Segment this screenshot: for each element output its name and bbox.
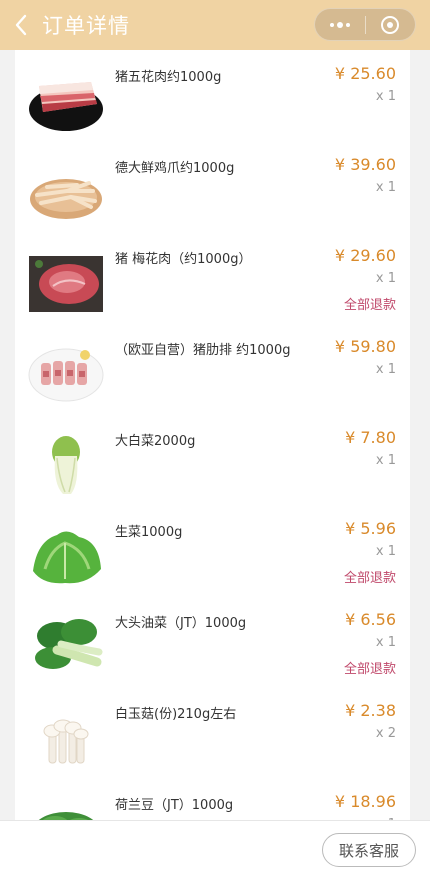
list-item[interactable]: 大白菜2000g ¥ 7.80 x 1 <box>15 420 410 511</box>
list-item[interactable]: 荷兰豆（JT）1000g ¥ 18.96 x 1 <box>15 784 410 820</box>
white-mushroom-icon <box>27 701 105 771</box>
list-item[interactable]: 猪 梅花肉（约1000g） ¥ 29.60 x 1 全部退款 <box>15 238 410 329</box>
close-mini-program-button[interactable] <box>366 9 416 40</box>
pork-ribs-icon <box>27 337 105 407</box>
page-title: 订单详情 <box>42 14 130 38</box>
pork-belly-icon <box>27 64 105 134</box>
product-quantity: x 1 <box>375 453 396 468</box>
product-price: ¥ 7.80 <box>345 428 396 447</box>
product-quantity: x 1 <box>375 89 396 104</box>
refund-status: 全部退款 <box>343 298 396 313</box>
more-button[interactable] <box>315 9 365 40</box>
product-name: 生菜1000g <box>115 525 183 540</box>
napa-cabbage-icon <box>27 428 105 498</box>
product-quantity: x 2 <box>375 726 396 741</box>
product-quantity: x 1 <box>375 635 396 650</box>
refund-status: 全部退款 <box>343 571 396 586</box>
chevron-left-icon <box>15 14 27 36</box>
target-icon <box>381 15 400 34</box>
product-name: 白玉菇(份)210g左右 <box>115 707 237 722</box>
product-name: 大头油菜（JT）1000g <box>115 616 247 631</box>
list-item[interactable]: （欧亚自营）猪肋排 约1000g ¥ 59.80 x 1 <box>15 329 410 420</box>
product-quantity: x 1 <box>375 271 396 286</box>
product-name: （欧亚自营）猪肋排 约1000g <box>115 343 291 358</box>
product-name: 荷兰豆（JT）1000g <box>115 798 234 813</box>
product-name: 猪五花肉约1000g <box>115 70 222 85</box>
list-item[interactable]: 大头油菜（JT）1000g ¥ 6.56 x 1 全部退款 <box>15 602 410 693</box>
pork-shoulder-icon <box>27 246 105 316</box>
product-quantity: x 1 <box>375 544 396 559</box>
lettuce-icon <box>27 519 105 589</box>
more-dots-icon <box>329 21 350 28</box>
product-price: ¥ 2.38 <box>345 701 396 720</box>
product-price: ¥ 39.60 <box>334 155 396 174</box>
product-price: ¥ 18.96 <box>334 792 396 811</box>
list-item[interactable]: 德大鲜鸡爪约1000g ¥ 39.60 x 1 <box>15 147 410 238</box>
product-price: ¥ 59.80 <box>334 337 396 356</box>
product-price: ¥ 29.60 <box>334 246 396 265</box>
product-name: 猪 梅花肉（约1000g） <box>115 252 252 267</box>
refund-status: 全部退款 <box>343 662 396 677</box>
product-name: 大白菜2000g <box>115 434 196 449</box>
product-price: ¥ 25.60 <box>334 64 396 83</box>
product-quantity: x 1 <box>375 180 396 195</box>
list-item[interactable]: 白玉菇(份)210g左右 ¥ 2.38 x 2 <box>15 693 410 784</box>
chicken-feet-icon <box>27 155 105 225</box>
nav-bar: 订单详情 <box>0 0 430 50</box>
bok-choy-icon <box>27 610 105 680</box>
product-price: ¥ 5.96 <box>345 519 396 538</box>
list-item[interactable]: 猪五花肉约1000g ¥ 25.60 x 1 <box>15 56 410 147</box>
mini-program-capsule <box>314 8 416 41</box>
product-price: ¥ 6.56 <box>345 610 396 629</box>
snow-peas-icon <box>27 792 105 820</box>
bottom-bar: 联系客服 <box>0 820 430 878</box>
product-name: 德大鲜鸡爪约1000g <box>115 161 235 176</box>
product-quantity: x 1 <box>375 362 396 377</box>
list-item[interactable]: 生菜1000g ¥ 5.96 x 1 全部退款 <box>15 511 410 602</box>
back-button[interactable] <box>0 0 42 50</box>
order-items-card: 猪五花肉约1000g ¥ 25.60 x 1 德大鲜鸡爪约1000g ¥ 39.… <box>15 50 410 820</box>
contact-service-button[interactable]: 联系客服 <box>322 833 416 867</box>
